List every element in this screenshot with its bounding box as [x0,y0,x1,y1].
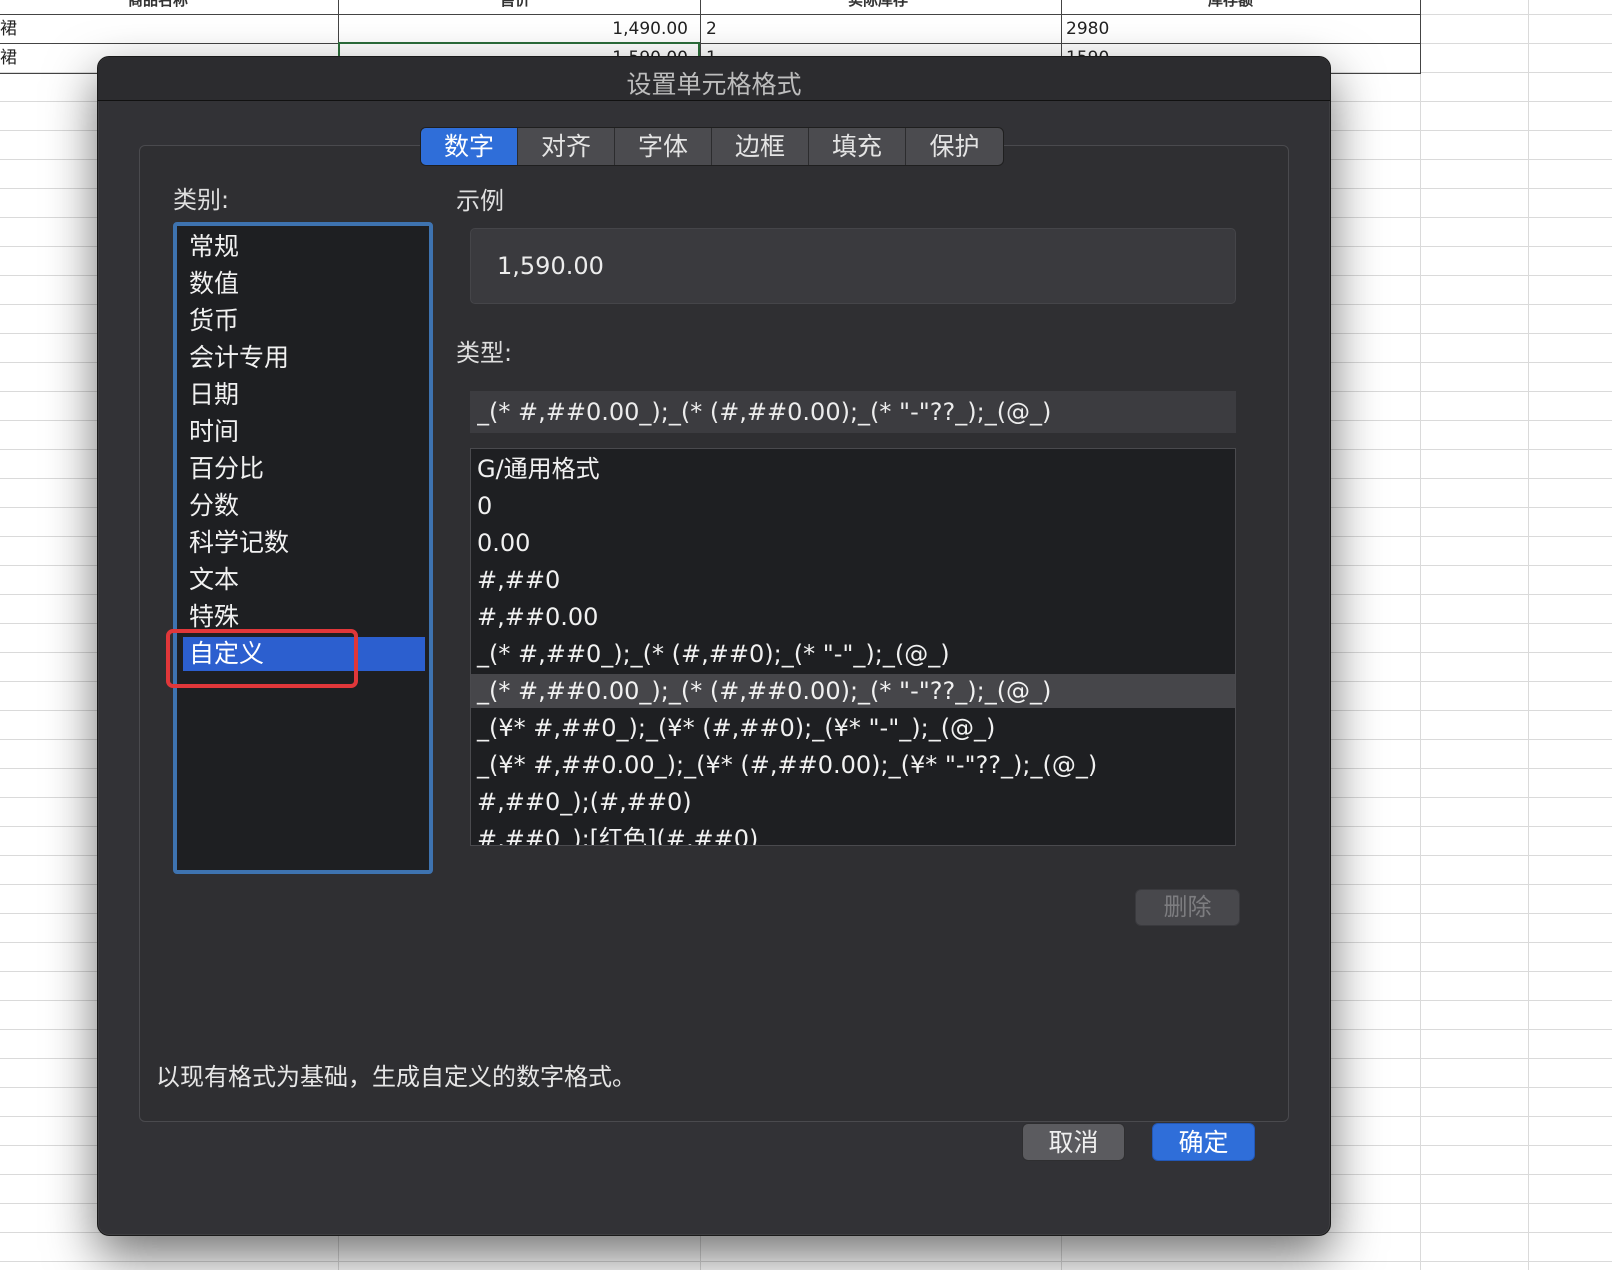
grid-column-line [1528,0,1529,1270]
delete-button[interactable]: 删除 [1135,889,1240,926]
category-item-percentage[interactable]: 百分比 [183,452,425,486]
category-item-currency[interactable]: 货币 [183,304,425,338]
format-code-list[interactable]: G/通用格式 0 0.00 #,##0 #,##0.00 _(* #,##0_)… [470,448,1236,846]
format-item[interactable]: _(¥* #,##0_);_(¥* (#,##0);_(¥* "-"_);_(@… [471,711,1235,745]
format-item-selected[interactable]: _(* #,##0.00_);_(* (#,##0.00);_(* "-"??_… [471,674,1235,708]
category-item-accounting[interactable]: 会计专用 [183,341,425,375]
tab-border[interactable]: 边框 [712,128,809,165]
format-item[interactable]: _(¥* #,##0.00_);_(¥* (#,##0.00);_(¥* "-"… [471,748,1235,782]
cell-name[interactable]: 裙 [0,48,17,68]
sample-label: 示例 [456,187,504,215]
column-header: 库存额 [1208,0,1254,9]
category-item-general[interactable]: 常规 [183,230,425,264]
tab-protection[interactable]: 保护 [906,128,1003,165]
column-header: 商品名称 [128,0,189,9]
format-item[interactable]: _(* #,##0_);_(* (#,##0);_(* "-"_);_(@_) [471,637,1235,671]
table-border [0,43,1420,44]
cell-price[interactable]: 1,490.00 [340,19,688,39]
category-item-special[interactable]: 特殊 [183,600,425,634]
cell-amount[interactable]: 2980 [1066,19,1109,39]
sample-value: 1,590.00 [497,252,604,280]
type-input[interactable] [470,391,1236,433]
column-header: 实际库存 [848,0,909,9]
format-item[interactable]: 0 [471,489,1235,523]
cell-name[interactable]: 裙 [0,19,17,39]
grid-column-line [1420,0,1421,1270]
description-text: 以现有格式为基础，生成自定义的数字格式。 [156,1063,636,1091]
ok-button[interactable]: 确定 [1152,1123,1255,1161]
category-item-time[interactable]: 时间 [183,415,425,449]
tab-alignment[interactable]: 对齐 [518,128,615,165]
category-item-date[interactable]: 日期 [183,378,425,412]
category-item-text[interactable]: 文本 [183,563,425,597]
cell-stock[interactable]: 2 [706,19,717,39]
tab-bar: 数字 对齐 字体 边框 填充 保护 [420,127,1004,166]
format-item[interactable]: #,##0.00 [471,600,1235,634]
dialog-title: 设置单元格格式 [626,70,802,99]
format-item[interactable]: G/通用格式 [471,452,1235,486]
tab-font[interactable]: 字体 [615,128,712,165]
format-item[interactable]: 0.00 [471,526,1235,560]
grid-row-line [0,1261,1612,1262]
category-list[interactable]: 常规 数值 货币 会计专用 日期 时间 百分比 分数 科学记数 文本 特殊 自定… [173,222,433,874]
type-label: 类型: [456,339,513,367]
format-item[interactable]: #,##0 [471,563,1235,597]
tab-number[interactable]: 数字 [421,128,518,165]
sample-box: 1,590.00 [470,228,1236,304]
format-item[interactable]: #,##0_);(#,##0) [471,785,1235,819]
dialog-titlebar[interactable]: 设置单元格格式 [98,57,1330,101]
category-label: 类别: [173,186,230,214]
table-border [1420,0,1421,74]
column-header: 售价 [500,0,531,9]
active-cell-outline [338,42,700,57]
tab-fill[interactable]: 填充 [809,128,906,165]
format-item[interactable]: #,##0_);[红色](#,##0) [471,822,1235,845]
category-item-custom[interactable]: 自定义 [183,637,425,671]
table-border [0,14,1420,15]
category-item-number[interactable]: 数值 [183,267,425,301]
cancel-button[interactable]: 取消 [1022,1123,1125,1161]
format-cells-dialog: 设置单元格格式 数字 对齐 字体 边框 填充 保护 类别: 常规 数值 货币 会… [97,56,1331,1236]
category-item-scientific[interactable]: 科学记数 [183,526,425,560]
category-item-fraction[interactable]: 分数 [183,489,425,523]
